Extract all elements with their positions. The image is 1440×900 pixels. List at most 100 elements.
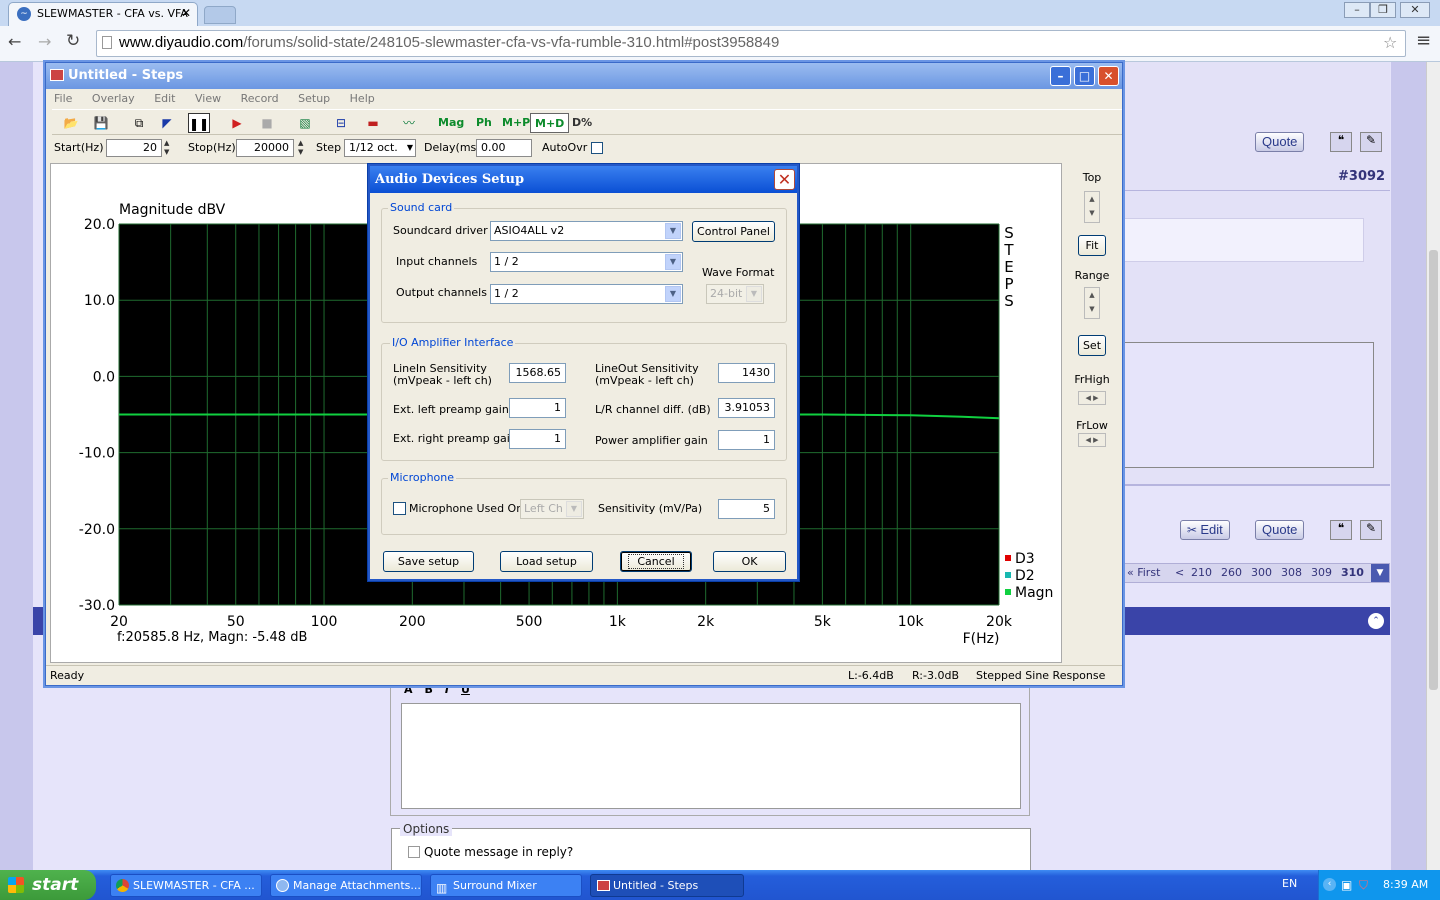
menu-icon[interactable]: ≡ xyxy=(1416,30,1431,51)
maximize-icon[interactable]: ❐ xyxy=(1370,2,1396,18)
step-select[interactable]: 1/12 oct. ▼ xyxy=(344,139,416,157)
network-icon[interactable]: ▣ xyxy=(1341,870,1352,900)
wave-format-select[interactable]: 24-bit ▼ xyxy=(706,284,764,304)
mag-phase-button[interactable]: M+P xyxy=(498,113,534,133)
multiquote-icon[interactable]: ❝ xyxy=(1330,132,1352,152)
tray-expand-icon[interactable]: ‹ xyxy=(1323,878,1336,891)
page-210[interactable]: 210 xyxy=(1191,564,1212,582)
pause-icon[interactable]: ❚❚ xyxy=(188,113,210,133)
address-bar[interactable]: www.diyaudio.com/forums/solid-state/2481… xyxy=(96,30,1406,57)
language-indicator[interactable]: EN xyxy=(1282,877,1297,890)
page-scrollbar[interactable] xyxy=(1426,62,1440,870)
mic-sensitivity-input[interactable]: 5 xyxy=(718,499,775,519)
cancel-button[interactable]: Cancel xyxy=(620,551,692,572)
delay-input[interactable]: 0.00 xyxy=(476,139,532,157)
menu-overlay[interactable]: Overlay xyxy=(92,92,135,105)
page-menu-icon[interactable]: ▼ xyxy=(1371,564,1389,582)
steps-minimize-icon[interactable]: – xyxy=(1050,66,1071,86)
menu-edit[interactable]: Edit xyxy=(154,92,175,105)
load-setup-button[interactable]: Load setup xyxy=(500,551,593,572)
page-300[interactable]: 300 xyxy=(1251,564,1272,582)
stop-spinner[interactable]: ▲ ▼ xyxy=(298,139,303,157)
quick-reply-icon[interactable]: ✎ xyxy=(1360,132,1382,152)
open-icon[interactable]: 📂 xyxy=(60,113,82,133)
clock[interactable]: 8:39 AM xyxy=(1383,870,1428,900)
page-260[interactable]: 260 xyxy=(1221,564,1242,582)
new-tab-button[interactable] xyxy=(204,6,236,24)
steps-close-icon[interactable]: ✕ xyxy=(1098,66,1119,86)
autoovr-checkbox[interactable] xyxy=(591,142,603,154)
mag-button[interactable]: Mag xyxy=(434,113,468,133)
reload-icon[interactable]: ↻ xyxy=(66,31,80,51)
grid-icon[interactable]: ▧ xyxy=(294,113,316,133)
top-spinner[interactable]: ▲ ▼ xyxy=(1084,191,1100,223)
menu-record[interactable]: Record xyxy=(241,92,279,105)
scroll-thumb[interactable] xyxy=(1429,250,1438,690)
dialog-titlebar[interactable]: Audio Devices Setup xyxy=(370,166,797,193)
menu-help[interactable]: Help xyxy=(350,92,375,105)
quick-reply-icon-2[interactable]: ✎ xyxy=(1360,520,1382,540)
multiquote-icon-2[interactable]: ❝ xyxy=(1330,520,1352,540)
quote-checkbox[interactable] xyxy=(408,846,420,858)
set-button[interactable]: Set xyxy=(1078,335,1106,356)
input-channels-select[interactable]: 1 / 2 ▼ xyxy=(490,252,683,272)
marker-icon[interactable]: ◤ xyxy=(156,113,178,133)
lineout-sensitivity-input[interactable]: 1430 xyxy=(718,363,775,383)
browser-tab[interactable]: ~ SLEWMASTER - CFA vs. VFA ✕ xyxy=(8,2,198,26)
frlow-arrows[interactable]: ◀ ▶ xyxy=(1078,433,1106,447)
save-setup-button[interactable]: Save setup xyxy=(383,551,474,572)
page-308[interactable]: 308 xyxy=(1281,564,1302,582)
task-chrome[interactable]: SLEWMASTER - CFA ... xyxy=(110,874,262,897)
collapse-icon[interactable]: ⌃ xyxy=(1368,613,1384,629)
start-input[interactable]: 20 xyxy=(106,139,162,157)
message-textarea[interactable] xyxy=(401,703,1021,809)
ext-left-gain-input[interactable]: 1 xyxy=(509,398,566,418)
save-icon[interactable]: 💾 xyxy=(90,113,112,133)
steps-titlebar[interactable]: Untitled - Steps xyxy=(46,63,1122,89)
menu-file[interactable]: File xyxy=(54,92,72,105)
minimize-icon[interactable]: – xyxy=(1344,2,1370,18)
page-prev[interactable]: < xyxy=(1175,564,1184,582)
fit-button[interactable]: Fit xyxy=(1078,235,1106,256)
star-icon[interactable]: ☆ xyxy=(1383,33,1397,52)
play-icon[interactable]: ▶ xyxy=(226,113,248,133)
range-spinner[interactable]: ▲ ▼ xyxy=(1084,287,1100,319)
output-channels-select[interactable]: 1 / 2 ▼ xyxy=(490,284,683,304)
task-attachments[interactable]: Manage Attachments... xyxy=(270,874,422,897)
lr-diff-input[interactable]: 3.91053 xyxy=(718,398,775,418)
ok-button[interactable]: OK xyxy=(713,551,786,572)
color-icon[interactable]: ▬ xyxy=(362,113,384,133)
curve-icon[interactable]: 〰 xyxy=(398,113,420,133)
phase-button[interactable]: Ph xyxy=(472,113,496,133)
task-steps[interactable]: Untitled - Steps xyxy=(590,874,744,897)
close-window-icon[interactable]: ✕ xyxy=(1400,2,1430,18)
soundcard-driver-select[interactable]: ASIO4ALL v2 ▼ xyxy=(490,221,683,241)
power-amp-gain-input[interactable]: 1 xyxy=(718,430,775,450)
copy-icon[interactable]: ⧉ xyxy=(128,113,150,133)
close-icon[interactable]: ✕ xyxy=(181,6,191,20)
start-button[interactable]: start xyxy=(0,870,96,900)
frhigh-arrows[interactable]: ◀ ▶ xyxy=(1078,391,1106,405)
dialog-close-icon[interactable]: ✕ xyxy=(774,169,795,190)
back-icon[interactable]: ← xyxy=(8,32,21,51)
menu-view[interactable]: View xyxy=(195,92,221,105)
post-number[interactable]: #3092 xyxy=(1338,169,1385,184)
mic-channel-select[interactable]: Left Ch ▼ xyxy=(520,499,584,519)
quote-button[interactable]: Quote xyxy=(1255,132,1305,152)
dist-percent-button[interactable]: D% xyxy=(568,113,596,133)
control-panel-button[interactable]: Control Panel xyxy=(692,221,775,242)
linein-sensitivity-input[interactable]: 1568.65 xyxy=(509,363,566,383)
edit-button[interactable]: ✂ Edit xyxy=(1180,520,1230,540)
shield-icon[interactable]: ⛉ xyxy=(1359,870,1368,900)
forward-icon[interactable]: → xyxy=(38,32,51,51)
task-surround-mixer[interactable]: ▥ Surround Mixer xyxy=(430,874,582,897)
page-first[interactable]: « First xyxy=(1127,564,1160,582)
start-spinner[interactable]: ▲ ▼ xyxy=(164,139,169,157)
steps-maximize-icon[interactable]: □ xyxy=(1074,66,1095,86)
microphone-checkbox[interactable] xyxy=(393,502,406,515)
menu-setup[interactable]: Setup xyxy=(298,92,330,105)
stop-input[interactable]: 20000 xyxy=(236,139,294,157)
range-icon[interactable]: ⊟ xyxy=(330,113,352,133)
mag-dist-button[interactable]: M+D xyxy=(530,113,570,133)
page-309[interactable]: 309 xyxy=(1311,564,1332,582)
